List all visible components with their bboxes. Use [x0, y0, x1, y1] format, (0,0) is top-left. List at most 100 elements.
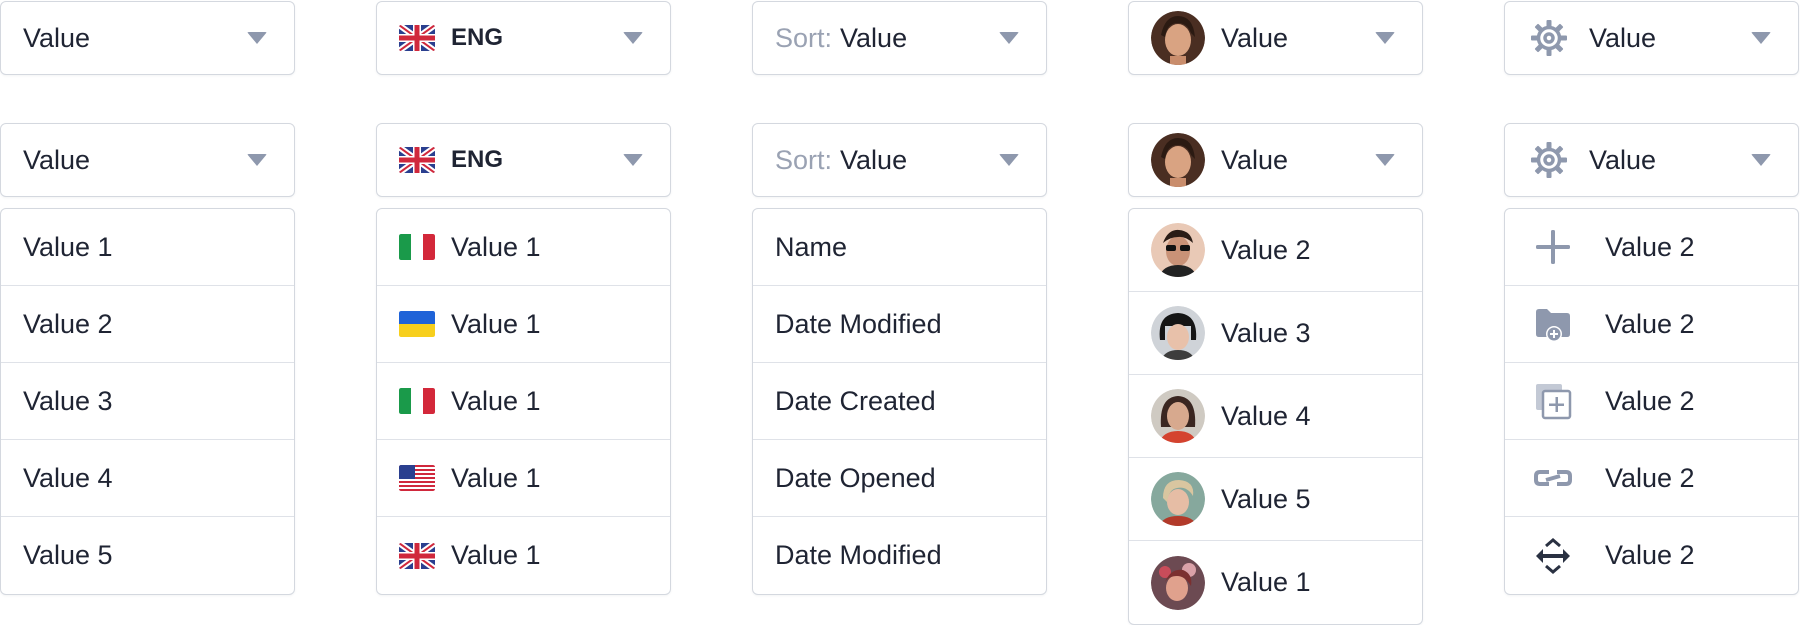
menu-item[interactable]: Date Opened [753, 440, 1046, 517]
selected-value: Value [840, 144, 908, 175]
move-icon [1536, 537, 1570, 574]
menu-item[interactable]: Value 1 [1, 209, 294, 286]
menu-item-label: Value 1 [451, 308, 541, 339]
uk-flag-icon [399, 25, 435, 51]
sort-dropdown-menu: Name Date Modified Date Created Date Ope… [752, 208, 1047, 595]
menu-item[interactable]: Value 1 [377, 517, 670, 594]
avatar [1151, 389, 1205, 443]
menu-item[interactable]: Value 2 [1505, 209, 1798, 286]
chevron-down-icon [1375, 154, 1395, 166]
avatar [1151, 11, 1205, 65]
ukraine-flag-icon [399, 311, 435, 337]
selected-language: ENG [451, 146, 504, 173]
menu-item[interactable]: Value 1 [377, 286, 670, 363]
menu-item[interactable]: Date Modified [753, 286, 1046, 363]
menu-item[interactable]: Value 1 [377, 363, 670, 440]
menu-item[interactable]: Value 2 [1505, 517, 1798, 594]
menu-item-label: Value 2 [1605, 540, 1695, 570]
chevron-down-icon [623, 32, 643, 44]
menu-item[interactable]: Date Created [753, 363, 1046, 440]
menu-item[interactable]: Value 2 [1505, 286, 1798, 363]
chevron-down-icon [999, 32, 1019, 44]
duplicate-icon [1536, 384, 1572, 420]
menu-item-label: Value 2 [1605, 385, 1695, 416]
menu-item-label: Value 2 [1605, 462, 1695, 493]
menu-item-label: Value 3 [1221, 317, 1311, 348]
menu-item[interactable]: Value 2 [1, 286, 294, 363]
menu-item[interactable]: Value 4 [1, 440, 294, 517]
selected-value: Value [1589, 144, 1657, 175]
menu-item[interactable]: Value 2 [1129, 209, 1422, 292]
menu-item-label: Value 1 [451, 462, 541, 493]
avatar [1151, 555, 1205, 610]
menu-item[interactable]: Value 4 [1129, 375, 1422, 458]
menu-item[interactable]: Value 5 [1, 517, 294, 594]
plus-icon [1536, 230, 1570, 264]
action-dropdown-closed[interactable]: Value [1504, 1, 1799, 75]
menu-item[interactable]: Value 2 [1505, 363, 1798, 440]
basic-dropdown-open[interactable]: Value [0, 123, 295, 197]
menu-item[interactable]: Value 3 [1, 363, 294, 440]
avatar [1151, 306, 1205, 360]
selected-value: Value [1221, 144, 1289, 175]
sort-dropdown-open[interactable]: Sort: Value [752, 123, 1047, 197]
action-dropdown-menu: Value 2 Value 2 Value 2 Value 2 Value 2 [1504, 208, 1799, 595]
language-dropdown-open[interactable]: ENG [376, 123, 671, 197]
usa-flag-icon [399, 465, 435, 491]
sort-display: Sort: Value [753, 23, 907, 54]
menu-item-label: Value 1 [451, 231, 541, 262]
italy-flag-icon [399, 234, 435, 260]
menu-item-label: Value 1 [451, 385, 541, 416]
selected-value: Value [23, 22, 91, 53]
menu-item[interactable]: Date Modified [753, 517, 1046, 594]
menu-item-label: Value 2 [1605, 308, 1695, 339]
avatar [1151, 472, 1205, 526]
menu-item[interactable]: Value 5 [1129, 458, 1422, 541]
link-icon [1534, 470, 1572, 486]
menu-item-label: Value 2 [1605, 231, 1695, 262]
action-dropdown-open[interactable]: Value [1504, 123, 1799, 197]
basic-dropdown-closed[interactable]: Value [0, 1, 295, 75]
chevron-down-icon [1751, 32, 1771, 44]
menu-item-label: Value 5 [1221, 483, 1311, 514]
chevron-down-icon [1375, 32, 1395, 44]
sort-dropdown-closed[interactable]: Sort: Value [752, 1, 1047, 75]
menu-item-label: Value 2 [1221, 234, 1311, 265]
menu-item[interactable]: Name [753, 209, 1046, 286]
chevron-down-icon [247, 154, 267, 166]
menu-item-label: Value 1 [451, 540, 541, 570]
folder-add-icon [1536, 309, 1570, 342]
menu-item[interactable]: Value 3 [1129, 292, 1422, 375]
user-dropdown-closed[interactable]: Value [1128, 1, 1423, 75]
menu-item-label: Value 4 [1221, 400, 1311, 431]
selected-value: Value [1589, 22, 1657, 53]
avatar [1151, 223, 1205, 277]
gear-icon [1529, 140, 1569, 180]
chevron-down-icon [247, 32, 267, 44]
chevron-down-icon [999, 154, 1019, 166]
basic-dropdown-menu: Value 1 Value 2 Value 3 Value 4 Value 5 [0, 208, 295, 595]
menu-item[interactable]: Value 2 [1505, 440, 1798, 517]
selected-value: Value [1221, 22, 1289, 53]
menu-item[interactable]: Value 1 [377, 209, 670, 286]
chevron-down-icon [623, 154, 643, 166]
language-dropdown-closed[interactable]: ENG [376, 1, 671, 75]
user-dropdown-open[interactable]: Value [1128, 123, 1423, 197]
uk-flag-icon [399, 543, 435, 569]
sort-prefix: Sort: [775, 22, 833, 53]
sort-prefix: Sort: [775, 144, 833, 175]
gear-icon [1529, 18, 1569, 58]
menu-item[interactable]: Value 1 [1129, 541, 1422, 624]
italy-flag-icon [399, 388, 435, 414]
selected-value: Value [23, 144, 91, 175]
sort-display: Sort: Value [753, 145, 907, 176]
chevron-down-icon [1751, 154, 1771, 166]
language-dropdown-menu: Value 1 Value 1 Value 1 Value 1 Value 1 [376, 208, 671, 595]
menu-item-label: Value 1 [1221, 567, 1311, 597]
user-dropdown-menu: Value 2 Value 3 Value 4 Value 5 Value 1 [1128, 208, 1423, 625]
avatar [1151, 133, 1205, 187]
menu-item[interactable]: Value 1 [377, 440, 670, 517]
uk-flag-icon [399, 147, 435, 173]
selected-value: Value [840, 22, 908, 53]
selected-language: ENG [451, 24, 504, 51]
